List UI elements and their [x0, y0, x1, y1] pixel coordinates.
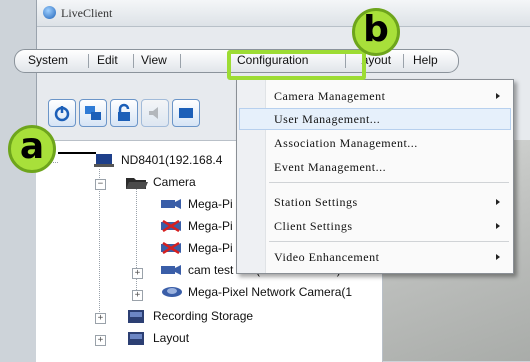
tree-node-camera-2[interactable]: Mega-Pi [161, 219, 233, 233]
expand-camera-4-toggle[interactable]: + [132, 268, 143, 279]
layout-label: Layout [153, 331, 190, 345]
tree-node-camera-3[interactable]: Mega-Pi [161, 241, 233, 255]
power-button[interactable] [48, 99, 76, 127]
menu-item-event-management[interactable]: Event Management... [274, 160, 386, 175]
tree-node-recording-storage[interactable]: Recording Storage [126, 309, 253, 323]
callout-b-badge: b [352, 8, 400, 56]
menu-separator [133, 54, 134, 68]
speaker-icon [149, 107, 158, 119]
recording-storage-label: Recording Storage [153, 309, 254, 323]
menu-system[interactable]: System [28, 53, 68, 67]
tree-node-camera-folder[interactable]: Camera [126, 175, 196, 189]
storage-icon [126, 309, 148, 323]
menu-help[interactable]: Help [413, 53, 438, 67]
menu-edit[interactable]: Edit [97, 53, 118, 67]
tree-node-camera-1[interactable]: Mega-Pi [161, 197, 233, 211]
menu-item-camera-management[interactable]: Camera Management [274, 89, 385, 104]
screens-button[interactable] [79, 99, 107, 127]
tree-node-camera-5[interactable]: Mega-Pixel Network Camera(1 [161, 285, 352, 299]
tree-line [99, 169, 100, 324]
submenu-arrow-icon [496, 254, 500, 260]
configuration-highlight-box [227, 50, 366, 80]
menu-item-station-settings[interactable]: Station Settings [274, 195, 358, 210]
tree-node-station[interactable]: ND8401(192.168.4 [94, 153, 222, 167]
camera-name: Mega-Pi [188, 241, 233, 255]
tree-node-layout[interactable]: Layout [126, 331, 189, 345]
camera-icon [179, 108, 193, 118]
configuration-dropdown-menu: Camera Management User Management... Ass… [236, 79, 514, 274]
lock-icon [118, 103, 130, 121]
menu-item-user-management[interactable]: User Management... [274, 112, 380, 127]
menu-separator [269, 241, 509, 242]
expand-layout-toggle[interactable]: + [95, 335, 106, 346]
menu-separator [403, 54, 404, 68]
camera-button[interactable] [172, 99, 200, 127]
menu-item-video-enhancement[interactable]: Video Enhancement [274, 250, 379, 265]
camera-offline-icon [161, 219, 183, 233]
app-logo-icon [43, 6, 56, 19]
station-label: ND8401(192.168.4 [121, 153, 223, 167]
camera-folder-label: Camera [153, 175, 196, 189]
menu-separator [180, 54, 181, 68]
expand-camera-toggle[interactable]: − [95, 179, 106, 190]
speaker-button[interactable] [141, 99, 169, 127]
menu-separator [88, 54, 89, 68]
computer-icon [94, 153, 116, 167]
menu-view[interactable]: View [141, 53, 167, 67]
submenu-arrow-icon [496, 223, 500, 229]
folder-icon [126, 176, 148, 189]
camera-name: Mega-Pi [188, 219, 233, 233]
callout-a-pointer [58, 152, 96, 154]
lock-button[interactable] [110, 99, 138, 127]
layout-icon [126, 331, 148, 345]
menu-separator [269, 182, 509, 183]
dome-camera-icon [161, 286, 183, 299]
submenu-arrow-icon [496, 93, 500, 99]
menu-item-client-settings[interactable]: Client Settings [274, 219, 353, 234]
submenu-arrow-icon [496, 199, 500, 205]
camera-offline-icon [161, 241, 183, 255]
power-icon [54, 106, 70, 122]
camera-icon [161, 198, 183, 211]
screens-icon [85, 106, 101, 120]
callout-a-badge: a [8, 125, 56, 173]
title-bar: LiveClient [37, 0, 530, 27]
menu-item-association-management[interactable]: Association Management... [274, 136, 418, 151]
camera-name: Mega-Pi [188, 197, 233, 211]
camera-icon [161, 264, 183, 277]
app-title: LiveClient [61, 6, 113, 20]
expand-storage-toggle[interactable]: + [95, 313, 106, 324]
camera-name: Mega-Pixel Network Camera(1 [188, 285, 353, 299]
expand-camera-5-toggle[interactable]: + [132, 290, 143, 301]
